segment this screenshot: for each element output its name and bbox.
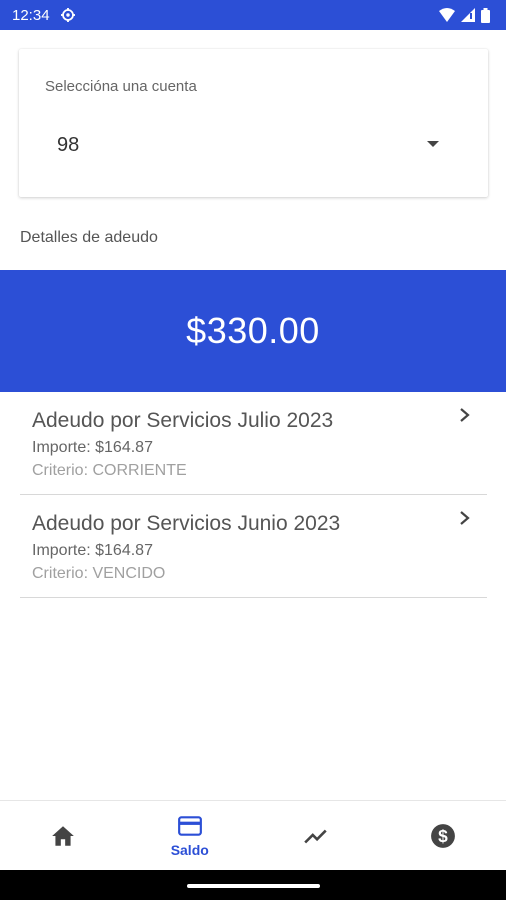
status-bar: 12:34: [0, 0, 506, 30]
account-selector-value[interactable]: 98: [57, 134, 79, 157]
nav-item-trends[interactable]: [253, 801, 380, 870]
gesture-handle[interactable]: [187, 884, 320, 888]
account-selector-label: Seleccióna una cuenta: [45, 78, 197, 95]
dropdown-caret-icon[interactable]: [427, 141, 439, 147]
signal-icon: [461, 8, 475, 22]
card-icon: [177, 816, 202, 836]
account-selector[interactable]: Seleccióna una cuenta 98: [19, 49, 488, 197]
debt-criteria: Criterio: VENCIDO: [32, 565, 166, 582]
home-icon: [52, 825, 75, 846]
debt-list-item[interactable]: Adeudo por Servicios Junio 2023 Importe:…: [20, 496, 487, 598]
debt-title: Adeudo por Servicios Junio 2023: [32, 512, 341, 535]
trending-up-icon: [304, 829, 327, 843]
chevron-right-icon[interactable]: [458, 407, 472, 423]
nav-item-payments[interactable]: $: [380, 801, 506, 870]
status-icons: [439, 7, 490, 23]
debt-criteria: Criterio: CORRIENTE: [32, 462, 187, 479]
settings-gear-icon: [60, 8, 75, 22]
status-time: 12:34: [12, 6, 50, 24]
nav-item-saldo[interactable]: Saldo: [127, 801, 254, 870]
total-amount: $330.00: [186, 310, 320, 351]
wifi-icon: [439, 8, 455, 22]
chevron-right-icon[interactable]: [458, 510, 472, 526]
debt-list-item[interactable]: Adeudo por Servicios Julio 2023 Importe:…: [20, 393, 487, 495]
nav-label-saldo: Saldo: [170, 842, 209, 858]
debt-amount: Importe: $164.87: [32, 542, 153, 559]
bottom-navigation: Saldo $: [0, 800, 506, 870]
debt-amount: Importe: $164.87: [32, 439, 153, 456]
debt-title: Adeudo por Servicios Julio 2023: [32, 409, 334, 432]
svg-text:$: $: [438, 825, 448, 845]
section-title: Detalles de adeudo: [20, 229, 158, 246]
battery-icon: [481, 7, 490, 23]
gesture-navigation-bar: [0, 870, 506, 900]
nav-item-home[interactable]: [0, 801, 127, 870]
dollar-icon: $: [430, 823, 455, 848]
total-banner: $330.00: [0, 270, 506, 392]
